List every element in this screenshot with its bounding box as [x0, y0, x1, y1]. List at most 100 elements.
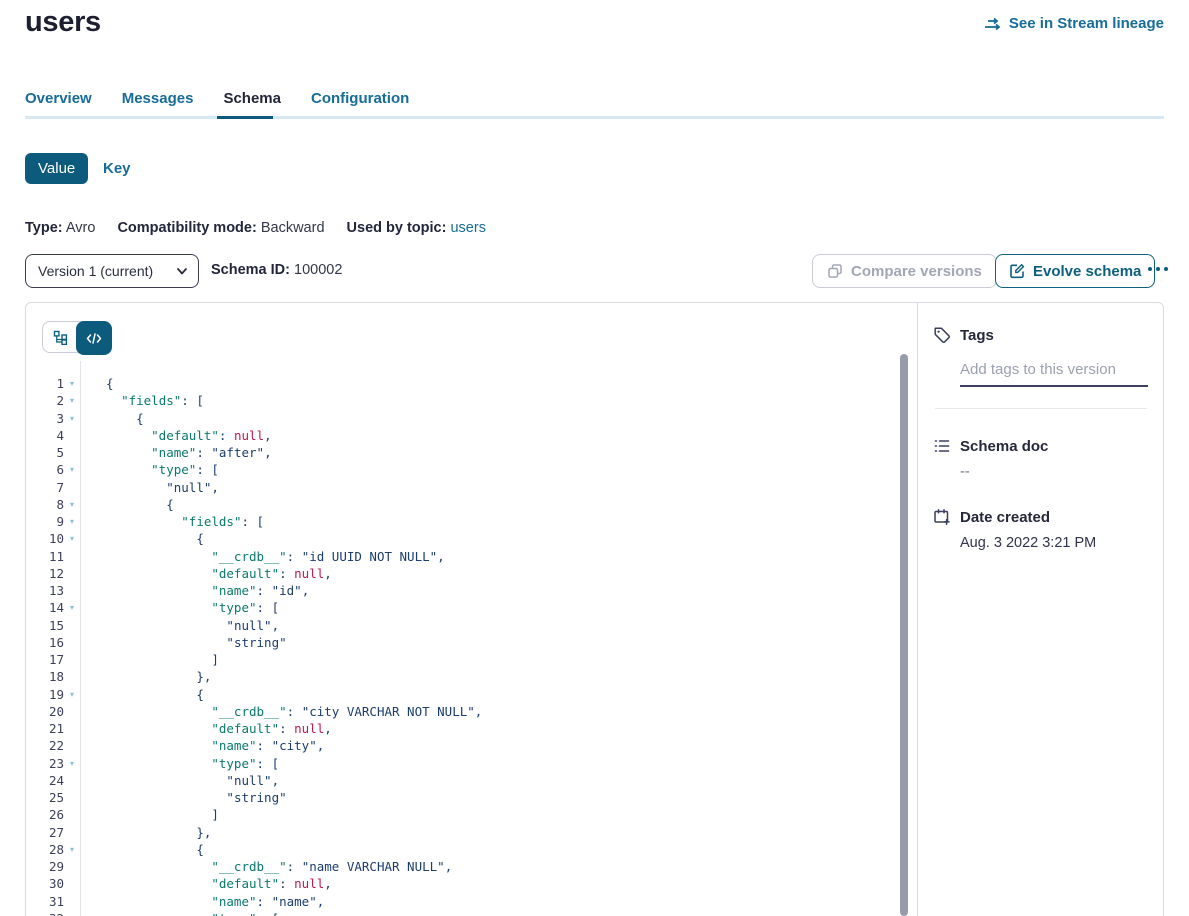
stream-lineage-icon: [984, 17, 1002, 31]
gutter-line: 11: [26, 548, 80, 565]
gutter-line: 31: [26, 893, 80, 910]
code-line: "fields": [: [106, 392, 482, 409]
schema-panel: 1▾2▾3▾456▾78▾9▾10▾11121314▾1516171819▾20…: [25, 302, 1164, 916]
calendar-plus-icon: [933, 508, 951, 526]
gutter-line: 13: [26, 582, 80, 599]
line-number: 15: [26, 617, 64, 634]
code-line: ]: [106, 806, 482, 823]
evolve-schema-label: Evolve schema: [1033, 263, 1141, 280]
line-number: 5: [26, 444, 64, 461]
schema-doc-value: --: [960, 464, 1148, 480]
fold-toggle-icon[interactable]: ▾: [64, 530, 80, 547]
code-line: "fields": [: [106, 513, 482, 530]
fold-toggle-icon[interactable]: ▾: [64, 910, 80, 916]
gutter-line: 3▾: [26, 410, 80, 427]
value-toggle-button[interactable]: Value: [25, 153, 88, 184]
code-line: "default": null,: [106, 427, 482, 444]
code-lines: { "fields": [ { "default": null, "name":…: [81, 361, 482, 916]
code-line: "null",: [106, 772, 482, 789]
gutter-line: 28▾: [26, 841, 80, 858]
view-toggle: [42, 321, 112, 353]
code-line: "__crdb__": "id UUID NOT NULL",: [106, 548, 482, 565]
gutter-line: 20: [26, 703, 80, 720]
compare-versions-label: Compare versions: [851, 263, 982, 280]
code-line: "default": null,: [106, 565, 482, 582]
schema-code-section: 1▾2▾3▾456▾78▾9▾10▾11121314▾1516171819▾20…: [26, 303, 917, 916]
line-number: 13: [26, 582, 64, 599]
code-line: "default": null,: [106, 720, 482, 737]
edit-icon: [1009, 263, 1025, 279]
date-created-title: Date created: [960, 509, 1050, 526]
schema-meta-row: Type: Avro Compatibility mode: Backward …: [25, 220, 486, 236]
gutter-line: 5: [26, 444, 80, 461]
tab-messages[interactable]: Messages: [122, 90, 194, 119]
code-editor[interactable]: 1▾2▾3▾456▾78▾9▾10▾11121314▾1516171819▾20…: [26, 361, 917, 916]
code-line: "type": [: [106, 755, 482, 772]
tab-bar: Overview Messages Schema Configuration: [25, 90, 409, 119]
copy-icon: [827, 263, 843, 279]
code-line: "null",: [106, 617, 482, 634]
gutter-line: 1▾: [26, 375, 80, 392]
topic-link[interactable]: users: [450, 220, 485, 236]
tab-configuration[interactable]: Configuration: [311, 90, 409, 119]
fold-toggle-icon[interactable]: ▾: [64, 686, 80, 703]
tab-schema[interactable]: Schema: [223, 90, 281, 119]
stream-lineage-link[interactable]: See in Stream lineage: [984, 15, 1164, 32]
type-label: Type:: [25, 220, 63, 236]
fold-toggle-icon[interactable]: ▾: [64, 410, 80, 427]
gutter-line: 24: [26, 772, 80, 789]
fold-toggle-icon[interactable]: ▾: [64, 755, 80, 772]
line-number: 18: [26, 668, 64, 685]
line-number: 16: [26, 634, 64, 651]
line-number: 10: [26, 530, 64, 547]
schema-id-value: 100002: [294, 262, 342, 278]
gutter-line: 22: [26, 737, 80, 754]
schema-id-label: Schema ID:: [211, 262, 290, 278]
gutter-line: 4: [26, 427, 80, 444]
code-icon: [86, 332, 102, 345]
line-number: 20: [26, 703, 64, 720]
tags-input[interactable]: [960, 361, 1148, 387]
line-number: 27: [26, 824, 64, 841]
line-number: 11: [26, 548, 64, 565]
evolve-schema-button[interactable]: Evolve schema: [995, 254, 1155, 288]
code-view-button[interactable]: [76, 321, 112, 355]
schema-id: Schema ID: 100002: [211, 262, 342, 278]
line-number: 8: [26, 496, 64, 513]
more-options-button[interactable]: [1146, 263, 1170, 275]
schema-sidebar: Tags Schema doc --: [918, 303, 1163, 916]
fold-toggle-icon[interactable]: ▾: [64, 599, 80, 616]
compare-versions-button[interactable]: Compare versions: [812, 254, 997, 288]
version-select[interactable]: Version 1 (current): [25, 254, 199, 288]
gutter-line: 25: [26, 789, 80, 806]
type-value: Avro: [66, 220, 96, 236]
code-line: "type": [: [106, 910, 482, 916]
gutter-line: 7: [26, 479, 80, 496]
fold-toggle-icon[interactable]: ▾: [64, 496, 80, 513]
line-number: 1: [26, 375, 64, 392]
fold-toggle-icon[interactable]: ▾: [64, 461, 80, 478]
line-number: 6: [26, 461, 64, 478]
tags-section: Tags: [933, 326, 1148, 387]
line-number: 22: [26, 737, 64, 754]
code-line: "name": "id",: [106, 582, 482, 599]
code-line: {: [106, 496, 482, 513]
date-created-section: Date created Aug. 3 2022 3:21 PM: [933, 508, 1148, 551]
tab-overview[interactable]: Overview: [25, 90, 92, 119]
gutter-line: 2▾: [26, 392, 80, 409]
tree-view-button[interactable]: [43, 322, 77, 352]
tag-icon: [933, 326, 951, 344]
fold-toggle-icon[interactable]: ▾: [64, 375, 80, 392]
code-line: {: [106, 530, 482, 547]
fold-toggle-icon[interactable]: ▾: [64, 841, 80, 858]
fold-toggle-icon[interactable]: ▾: [64, 392, 80, 409]
gutter-line: 26: [26, 806, 80, 823]
editor-scrollbar[interactable]: [900, 354, 908, 916]
fold-toggle-icon[interactable]: ▾: [64, 513, 80, 530]
line-number: 26: [26, 806, 64, 823]
gutter-line: 8▾: [26, 496, 80, 513]
gutter-line: 15: [26, 617, 80, 634]
key-toggle-button[interactable]: Key: [103, 160, 131, 177]
gutter-line: 21: [26, 720, 80, 737]
code-line: },: [106, 824, 482, 841]
